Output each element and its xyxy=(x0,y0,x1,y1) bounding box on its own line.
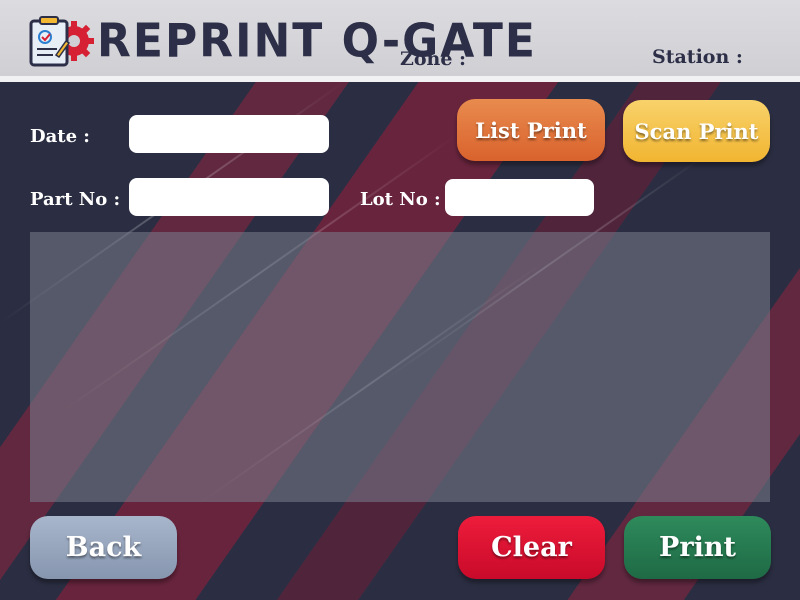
date-label: Date : xyxy=(30,126,90,147)
zone-label: Zone : xyxy=(400,48,467,70)
date-input[interactable] xyxy=(129,115,329,153)
lot-no-input[interactable] xyxy=(445,179,594,216)
lot-no-label: Lot No : xyxy=(360,189,441,210)
list-print-button[interactable]: List Print xyxy=(457,99,605,161)
page-title: REPRINT Q-GATE xyxy=(97,14,537,69)
scan-print-button[interactable]: Scan Print xyxy=(623,100,770,162)
back-button[interactable]: Back xyxy=(30,516,177,579)
clipboard-gear-icon xyxy=(29,16,94,67)
reprint-list-panel[interactable] xyxy=(30,232,770,502)
clear-button[interactable]: Clear xyxy=(458,516,605,579)
part-no-input[interactable] xyxy=(129,178,329,216)
print-button[interactable]: Print xyxy=(624,516,771,579)
station-label: Station : xyxy=(652,46,743,68)
part-no-label: Part No : xyxy=(30,189,121,210)
app-header: REPRINT Q-GATE Zone : Station : xyxy=(0,0,800,82)
